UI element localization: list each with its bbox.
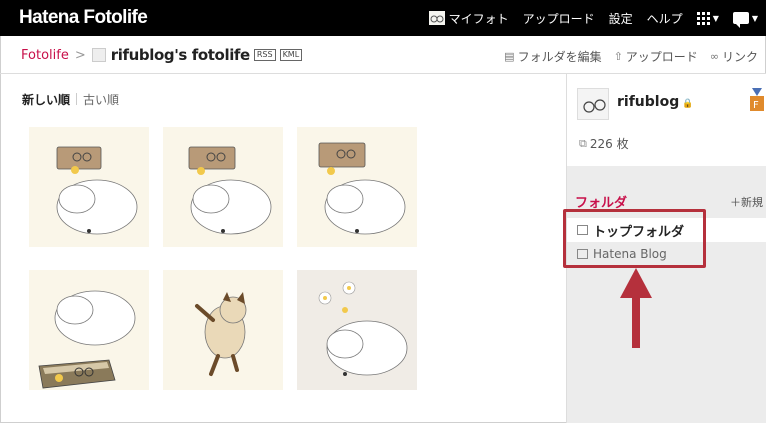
annotation-arrow-up	[620, 268, 652, 350]
top-nav: マイフォト アップロード 設定 ヘルプ ▼ ▼	[415, 0, 758, 36]
notification-bubble-icon[interactable]	[732, 12, 749, 28]
top-bar: Hatena Fotolife マイフォト アップロード 設定 ヘルプ ▼ ▼	[0, 0, 766, 36]
link-label: リンク	[721, 50, 758, 64]
avatar[interactable]	[577, 88, 609, 120]
page-title: rifublog's fotolife	[110, 46, 251, 64]
photo-count: ⧉ 226 枚	[579, 135, 629, 152]
chevron-down-icon[interactable]: ▼	[713, 14, 719, 23]
rss-badge[interactable]: RSS	[253, 49, 276, 61]
my-photo-label: マイフォト	[448, 11, 509, 26]
folder-actions: ▤ フォルダを編集 ⇧ アップロード ∞ リンク	[492, 48, 758, 65]
photo-thumbnail[interactable]	[29, 270, 149, 390]
photo-thumbnail[interactable]	[163, 127, 283, 247]
profile-username[interactable]: rifublog 🔒	[617, 94, 693, 110]
username-text: rifublog	[617, 94, 680, 110]
new-folder-label: 新規	[741, 195, 763, 209]
link-button[interactable]: ∞ リンク	[710, 48, 758, 65]
edit-folder-button[interactable]: ▤ フォルダを編集	[504, 48, 601, 65]
glasses-icon	[428, 11, 445, 25]
breadcrumb: Fotolife > rifublog's fotolife RSS KML	[21, 46, 303, 64]
hatena-fotolife-logo[interactable]: Hatena Fotolife	[19, 7, 148, 29]
settings-nav-link[interactable]: 設定	[609, 10, 633, 27]
add-folder-icon: ＋	[730, 195, 741, 209]
lock-icon: 🔒	[682, 99, 694, 109]
photo-thumbnail[interactable]	[297, 127, 417, 247]
upload-nav-link[interactable]: アップロード	[523, 10, 595, 27]
breadcrumb-separator: >	[74, 47, 86, 63]
apps-grid-icon[interactable]	[696, 11, 710, 25]
sort-oldest-tab[interactable]: 古い順	[83, 91, 119, 108]
new-folder-button[interactable]: ＋ 新規	[730, 192, 763, 211]
upload-label: アップロード	[625, 50, 698, 64]
help-nav-link[interactable]: ヘルプ	[647, 10, 683, 27]
photo-thumbnail[interactable]	[163, 270, 283, 390]
upload-icon: ⇧	[613, 50, 623, 63]
photo-thumbnail[interactable]	[297, 270, 417, 390]
sort-divider	[76, 93, 78, 105]
sort-options: 新しい順 古い順	[22, 91, 119, 108]
breadcrumb-home-link[interactable]: Fotolife	[21, 48, 69, 63]
edit-folder-label: フォルダを編集	[517, 50, 602, 64]
chevron-down-icon[interactable]: ▼	[752, 14, 758, 23]
annotation-highlight-box	[563, 209, 706, 268]
medal-icon[interactable]: F	[749, 88, 765, 112]
upload-button[interactable]: ⇧ アップロード	[614, 48, 698, 65]
sort-newest-tab[interactable]: 新しい順	[22, 91, 70, 108]
photos-icon: ⧉	[579, 136, 587, 150]
my-photo-link[interactable]: マイフォト	[428, 10, 509, 27]
photo-count-value: 226 枚	[589, 137, 629, 151]
user-avatar-small	[91, 48, 106, 62]
kml-badge[interactable]: KML	[279, 49, 303, 61]
profile-panel: rifublog 🔒 F ⧉ 226 枚	[567, 74, 766, 166]
photo-thumbnail[interactable]	[29, 127, 149, 247]
link-icon: ∞	[709, 50, 719, 63]
breadcrumb-bar: Fotolife > rifublog's fotolife RSS KML ▤…	[0, 36, 766, 74]
edit-list-icon: ▤	[504, 50, 515, 63]
svg-text:F: F	[753, 100, 759, 111]
